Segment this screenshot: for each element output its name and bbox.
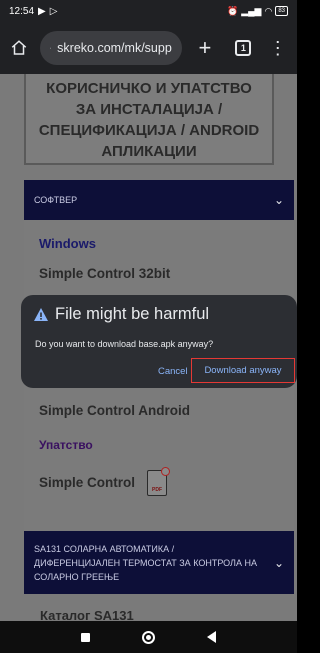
status-time: 12:54 — [9, 5, 35, 17]
recents-button[interactable] — [81, 632, 90, 642]
link-simple-control-android[interactable]: Simple Control Android — [39, 403, 190, 418]
download-warning-dialog: File might be harmful Do you want to dow… — [21, 295, 297, 388]
tab-count: 1 — [235, 40, 252, 56]
cast-icon: ▷ — [49, 5, 58, 17]
wifi-icon: ◠ — [264, 5, 273, 16]
download-anyway-button[interactable]: Download anyway — [191, 358, 295, 383]
dialog-title: File might be harmful — [55, 305, 210, 323]
signal-icon: ▂▄▆ — [241, 5, 262, 16]
section-software-title: СОФТВЕР — [34, 195, 78, 205]
play-icon: ▶ — [38, 5, 46, 17]
windows-label: Windows — [39, 236, 96, 251]
dialog-title-row: File might be harmful — [34, 305, 209, 324]
warning-icon — [34, 308, 48, 321]
page-heading: КОРИСНИЧКО И УПАТСТВО ЗА ИНСТАЛАЦИЈА / С… — [24, 74, 274, 165]
home-button[interactable] — [8, 36, 30, 60]
back-button[interactable] — [207, 631, 216, 643]
home-dot-icon — [146, 634, 151, 640]
new-tab-button[interactable]: + — [194, 35, 216, 60]
section-software[interactable]: СОФТВЕР ⌄ — [24, 180, 294, 220]
cancel-button[interactable]: Cancel — [158, 366, 188, 377]
menu-button[interactable]: ⋮ — [267, 36, 289, 60]
instructions-label: Упатство — [39, 438, 93, 452]
tab-switcher-button[interactable]: 1 — [232, 36, 254, 60]
battery-icon: 83 — [275, 6, 288, 16]
home-icon — [11, 40, 27, 55]
browser-toolbar: skreko.com/mk/supp + 1 ⋮ — [0, 22, 297, 74]
partial-list-item[interactable]: Каталог SA131 — [40, 608, 134, 621]
link-simple-control-32bit[interactable]: Simple Control 32bit — [39, 266, 170, 281]
pdf-badge — [161, 467, 170, 476]
dialog-message: Do you want to download base.apk anyway? — [35, 339, 214, 349]
address-bar[interactable]: skreko.com/mk/supp — [40, 31, 182, 65]
lock-icon — [50, 47, 52, 49]
section-sa131-title: SA131 СОЛАРНА АВТОМАТИКА / ДИФЕРЕНЦИЈАЛЕ… — [34, 543, 257, 582]
more-vert-icon: ⋮ — [268, 37, 287, 58]
chevron-down-icon: ⌄ — [273, 193, 284, 207]
section-sa131[interactable]: SA131 СОЛАРНА АВТОМАТИКА / ДИФЕРЕНЦИЈАЛЕ… — [24, 531, 294, 594]
alarm-icon: ⏰ — [227, 5, 239, 16]
system-nav-bar — [0, 621, 297, 653]
pdf-icon[interactable]: PDF — [147, 467, 170, 496]
url-text: skreko.com/mk/supp — [57, 41, 172, 55]
home-nav-button[interactable] — [142, 630, 155, 644]
link-simple-control-manual[interactable]: Simple Control — [39, 475, 135, 490]
plus-icon: + — [198, 35, 212, 60]
status-bar: 12:54 ▶ ▷ ⏰ ▂▄▆ ◠ 83 — [0, 0, 297, 22]
chevron-down-icon: ⌄ — [273, 555, 284, 570]
